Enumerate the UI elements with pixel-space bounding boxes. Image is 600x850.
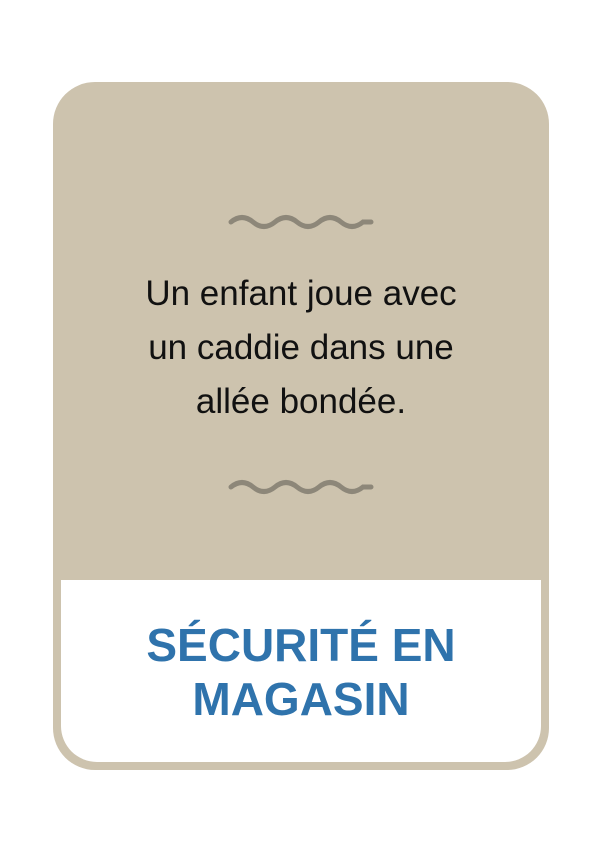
category-title: SÉCURITÉ EN MAGASIN	[146, 619, 456, 725]
wavy-line-icon	[228, 480, 374, 494]
category-footer: SÉCURITÉ EN MAGASIN	[61, 580, 541, 762]
scenario-card: Un enfant joue avec un caddie dans une a…	[53, 82, 549, 770]
scenario-text: Un enfant joue avec un caddie dans une a…	[145, 274, 457, 421]
card-top-section: Un enfant joue avec un caddie dans une a…	[53, 82, 549, 580]
wavy-line-icon	[228, 215, 374, 229]
